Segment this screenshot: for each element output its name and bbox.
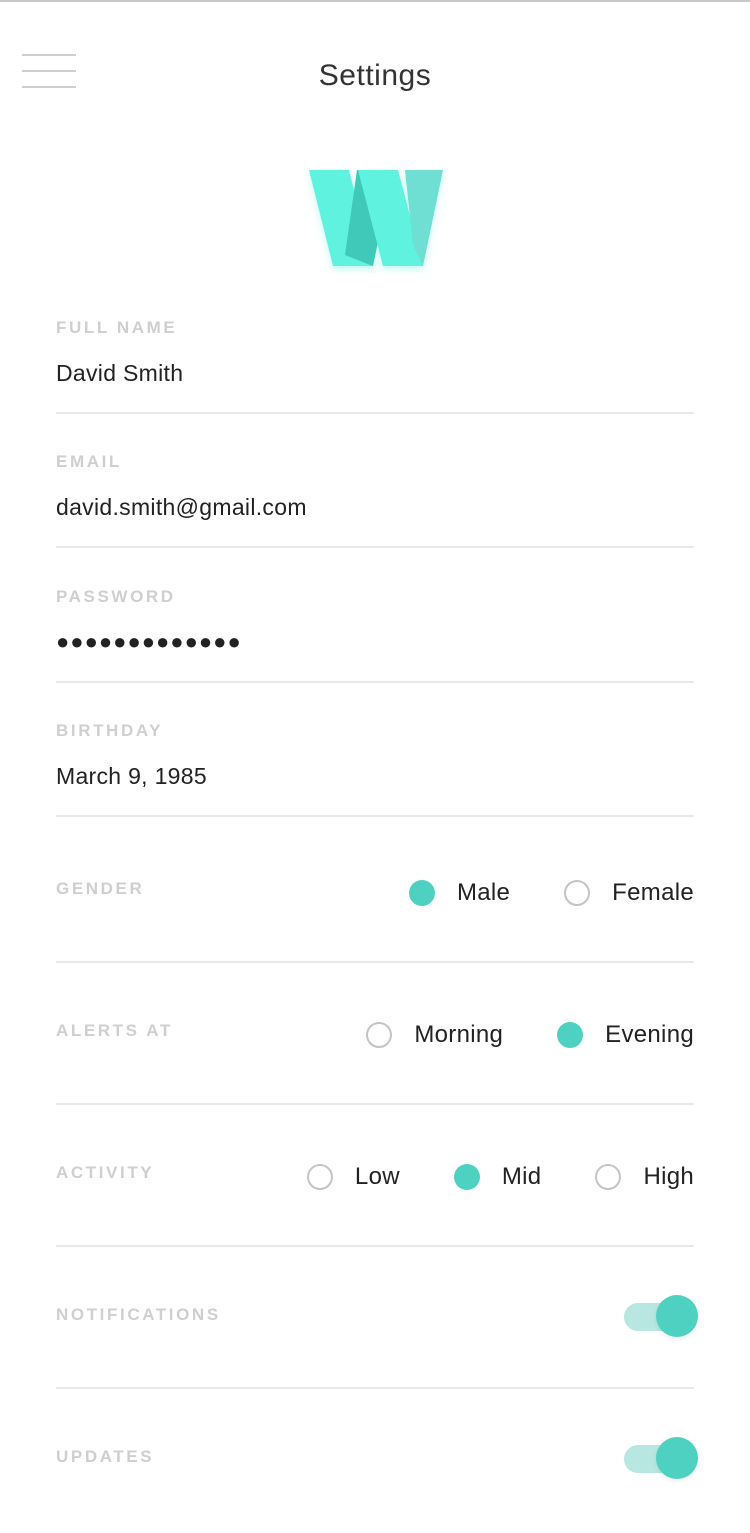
radio-unselected-icon[interactable] (564, 880, 591, 906)
activity-option-label: Mid (501, 1163, 542, 1190)
activity-option-label: High (643, 1163, 694, 1190)
alerts-options: Morning Evening (366, 1021, 694, 1049)
settings-screen: Settings FULL NAME David Smith EMAIL dav… (0, 0, 750, 1533)
updates-label: UPDATES (56, 1447, 155, 1466)
app-logo (309, 170, 443, 266)
gender-label: GENDER (56, 879, 145, 898)
activity-option-mid[interactable]: Mid (453, 1163, 542, 1191)
radio-selected-icon[interactable] (408, 880, 435, 906)
notifications-toggle[interactable] (624, 1295, 698, 1339)
password-value[interactable]: ●●●●●●●●●●●●● (56, 629, 694, 655)
radio-unselected-icon[interactable] (595, 1164, 622, 1190)
email-field[interactable]: EMAIL david.smith@gmail.com (56, 452, 694, 548)
alerts-option-morning[interactable]: Morning (366, 1021, 503, 1049)
alerts-option-evening[interactable]: Evening (557, 1021, 694, 1049)
email-label: EMAIL (56, 452, 122, 471)
updates-row: UPDATES (56, 1389, 698, 1533)
page-title: Settings (318, 59, 432, 92)
birthday-field[interactable]: BIRTHDAY March 9, 1985 (56, 721, 694, 817)
radio-selected-icon[interactable] (557, 1022, 584, 1048)
alerts-option-label: Morning (414, 1021, 504, 1048)
full-name-value[interactable]: David Smith (56, 360, 694, 387)
birthday-value[interactable]: March 9, 1985 (56, 763, 694, 790)
activity-option-low[interactable]: Low (306, 1163, 400, 1191)
gender-option-label: Male (456, 879, 511, 906)
toggle-knob[interactable] (656, 1437, 698, 1479)
radio-unselected-icon[interactable] (306, 1164, 333, 1190)
activity-option-high[interactable]: High (595, 1163, 694, 1191)
password-label: PASSWORD (56, 587, 176, 606)
radio-unselected-icon[interactable] (366, 1022, 393, 1048)
activity-label: ACTIVITY (56, 1163, 155, 1182)
full-name-field[interactable]: FULL NAME David Smith (56, 318, 694, 414)
notifications-label: NOTIFICATIONS (56, 1305, 221, 1324)
alerts-label: ALERTS AT (56, 1021, 173, 1040)
updates-toggle[interactable] (624, 1437, 698, 1481)
gender-option-label: Female (612, 879, 694, 906)
alerts-row: ALERTS AT Morning Evening (56, 963, 694, 1105)
gender-options: Male Female (408, 879, 694, 907)
gender-option-female[interactable]: Female (564, 879, 694, 907)
notifications-row: NOTIFICATIONS (56, 1247, 698, 1389)
gender-option-male[interactable]: Male (408, 879, 511, 907)
birthday-label: BIRTHDAY (56, 721, 164, 740)
activity-option-label: Low (354, 1163, 400, 1190)
toggle-knob[interactable] (656, 1295, 698, 1337)
email-value[interactable]: david.smith@gmail.com (56, 494, 694, 521)
alerts-option-label: Evening (605, 1021, 694, 1048)
activity-options: Low Mid High (306, 1163, 694, 1191)
activity-row: ACTIVITY Low Mid High (56, 1105, 694, 1247)
radio-selected-icon[interactable] (453, 1164, 480, 1190)
gender-row: GENDER Male Female (56, 817, 694, 963)
password-field[interactable]: PASSWORD ●●●●●●●●●●●●● (56, 587, 694, 683)
full-name-label: FULL NAME (56, 318, 178, 337)
